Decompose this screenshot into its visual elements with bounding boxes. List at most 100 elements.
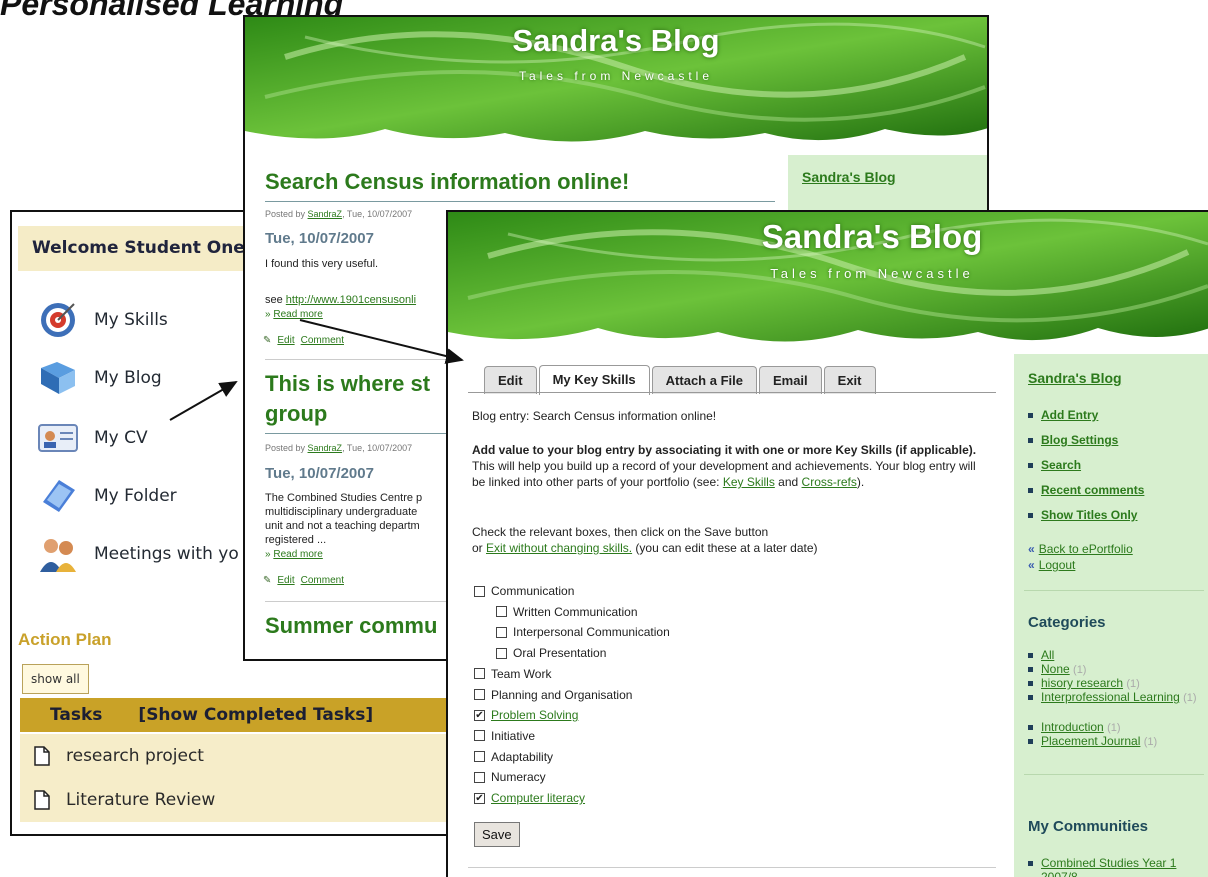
double-chevron-icon: » — [265, 549, 271, 560]
comment-link[interactable]: Comment — [301, 575, 344, 586]
skill-checkbox[interactable] — [474, 668, 485, 680]
skill-checkbox[interactable] — [496, 647, 507, 659]
show-all-button[interactable]: show all — [22, 664, 89, 694]
category-item[interactable]: Placement Journal (1) — [1028, 734, 1204, 749]
exit-without-changing-link[interactable]: Exit without changing skills. — [486, 541, 632, 555]
skill-checkbox[interactable]: ✔ — [474, 709, 485, 721]
menu-label: My Blog — [94, 368, 162, 388]
skill-checkbox[interactable] — [474, 771, 485, 783]
meta-prefix: Posted by — [265, 443, 308, 453]
post-body-line: registered ... — [265, 534, 327, 546]
census-link[interactable]: http://www.1901censusonli — [286, 294, 416, 306]
author-link[interactable]: SandraZ — [308, 443, 343, 453]
category-count: (1) — [1183, 692, 1197, 704]
bullet — [1028, 739, 1033, 744]
save-button[interactable]: Save — [474, 822, 520, 847]
edit-link[interactable]: Edit — [277, 575, 294, 586]
skill-row[interactable]: ✔ Computer literacy — [474, 791, 585, 805]
blog-title: Sandra's Blog — [761, 218, 983, 255]
category-label[interactable]: All — [1041, 648, 1054, 662]
skill-row[interactable]: Communication — [474, 584, 574, 598]
sidebar-link-show-titles[interactable]: Show Titles Only — [1028, 508, 1204, 522]
category-item[interactable]: hisory research (1) — [1028, 676, 1204, 691]
skill-row[interactable]: Planning and Organisation — [474, 688, 632, 702]
skill-label: Team Work — [491, 666, 552, 681]
skill-row[interactable]: ✔ Problem Solving — [474, 708, 578, 722]
sidebar-link-label[interactable]: Blog Settings — [1041, 433, 1118, 447]
task-row[interactable]: Literature Review — [20, 778, 458, 822]
skill-label: Numeracy — [491, 770, 546, 785]
skill-checkbox[interactable] — [474, 751, 485, 763]
tab-my-key-skills[interactable]: My Key Skills — [538, 365, 650, 395]
skill-row[interactable]: Written Communication — [496, 605, 638, 619]
cross-refs-link[interactable]: Cross-refs — [802, 475, 857, 489]
category-label[interactable]: Placement Journal — [1041, 734, 1140, 748]
skill-row[interactable]: Numeracy — [474, 770, 546, 784]
show-completed-link[interactable]: [Show Completed Tasks] — [138, 705, 373, 725]
edit-link[interactable]: Edit — [277, 335, 294, 346]
community-item[interactable]: Combined Studies Year 1 2007/8 — [1028, 856, 1204, 877]
sidebar-link-label[interactable]: Add Entry — [1041, 408, 1098, 422]
category-label[interactable]: Introduction — [1041, 720, 1104, 734]
task-row[interactable]: research project — [20, 734, 458, 778]
sidebar-link-add-entry[interactable]: Add Entry — [1028, 408, 1204, 422]
skill-row[interactable]: Interpersonal Communication — [496, 625, 670, 639]
communities-heading: My Communities — [1028, 818, 1149, 835]
skill-checkbox[interactable] — [474, 585, 485, 597]
menu-label: My Folder — [94, 486, 177, 506]
sidebar-link-recent-comments[interactable]: Recent comments — [1028, 483, 1204, 497]
category-item[interactable]: Interprofessional Learning (1) — [1028, 690, 1204, 705]
sidebar-blog-title[interactable]: Sandra's Blog — [802, 169, 896, 185]
sidebar-link-label[interactable]: Recent comments — [1041, 483, 1144, 497]
menu-item-my-blog[interactable]: My Blog — [34, 354, 162, 402]
skill-label[interactable]: Computer literacy — [491, 791, 585, 805]
post-body: I found this very useful. — [265, 258, 379, 270]
post-title[interactable]: Search Census information online! — [265, 167, 775, 202]
skill-row[interactable]: Initiative — [474, 729, 535, 743]
sidebar-link-blog-settings[interactable]: Blog Settings — [1028, 433, 1204, 447]
skill-checkbox[interactable] — [496, 606, 507, 618]
logout-label[interactable]: Logout — [1039, 558, 1076, 572]
tab-email[interactable]: Email — [758, 366, 822, 394]
category-label[interactable]: Interprofessional Learning — [1041, 690, 1180, 704]
menu-item-my-skills[interactable]: My Skills — [34, 296, 168, 344]
skill-row[interactable]: Adaptability — [474, 750, 553, 764]
divider — [1024, 774, 1204, 775]
read-more-link[interactable]: Read more — [273, 549, 322, 560]
comment-link[interactable]: Comment — [301, 335, 344, 346]
community-label[interactable]: Combined Studies Year 1 2007/8 — [1041, 856, 1204, 877]
sidebar-link-label[interactable]: Search — [1041, 458, 1081, 472]
post-date: Tue, 10/07/2007 — [265, 230, 374, 247]
category-item[interactable]: All — [1028, 648, 1204, 662]
skill-checkbox[interactable] — [474, 730, 485, 742]
skill-checkbox[interactable]: ✔ — [474, 792, 485, 804]
back-to-eportfolio[interactable]: « Back to ePortfolio — [1028, 542, 1133, 556]
read-more-link[interactable]: Read more — [273, 309, 322, 320]
key-skills-link[interactable]: Key Skills — [723, 475, 775, 489]
author-link[interactable]: SandraZ — [308, 209, 343, 219]
skill-label[interactable]: Problem Solving — [491, 708, 578, 722]
category-item[interactable]: Introduction (1) — [1028, 720, 1204, 735]
tab-attach-a-file[interactable]: Attach a File — [651, 366, 757, 394]
menu-item-my-folder[interactable]: My Folder — [34, 472, 177, 520]
category-item[interactable]: None (1) — [1028, 662, 1204, 677]
sidebar-link-search[interactable]: Search — [1028, 458, 1204, 472]
tab-edit[interactable]: Edit — [484, 366, 537, 394]
double-chevron-left-icon: « — [1028, 558, 1035, 572]
skill-checkbox[interactable] — [496, 626, 507, 638]
divider — [468, 867, 996, 868]
skill-row[interactable]: Oral Presentation — [496, 646, 606, 660]
back-label[interactable]: Back to ePortfolio — [1039, 542, 1133, 556]
bullet — [1028, 653, 1033, 658]
skill-row[interactable]: Team Work — [474, 667, 551, 681]
tab-exit[interactable]: Exit — [823, 366, 876, 394]
category-label[interactable]: None — [1041, 662, 1070, 676]
menu-item-meetings[interactable]: Meetings with yo — [34, 530, 239, 578]
sidebar-blog-title[interactable]: Sandra's Blog — [1028, 370, 1122, 386]
menu-label: My Skills — [94, 310, 168, 330]
sidebar-link-label[interactable]: Show Titles Only — [1041, 508, 1137, 522]
skill-checkbox[interactable] — [474, 689, 485, 700]
logout[interactable]: « Logout — [1028, 558, 1075, 572]
menu-item-my-cv[interactable]: My CV — [34, 414, 148, 462]
category-label[interactable]: hisory research — [1041, 676, 1123, 690]
